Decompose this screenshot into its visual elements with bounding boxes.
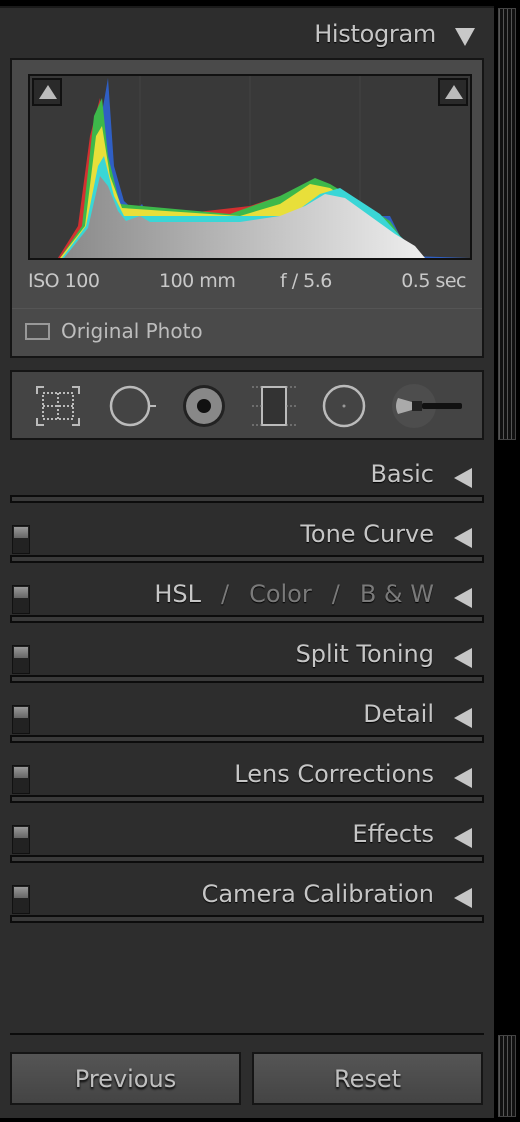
section-divider [10, 615, 484, 623]
section-toggle-switch[interactable] [12, 585, 30, 614]
crop-overlay-tool[interactable] [34, 384, 82, 428]
exif-aperture: f / 5.6 [280, 270, 332, 292]
spot-removal-tool[interactable] [108, 384, 156, 428]
section-split-toning[interactable]: Split Toning [0, 640, 494, 700]
expand-triangle-icon[interactable] [454, 768, 472, 788]
section-title[interactable]: Effects [352, 820, 434, 848]
tab-color[interactable]: Color [249, 580, 312, 608]
section-divider [10, 675, 484, 683]
graduated-filter-icon [252, 386, 296, 426]
histogram-panel: ISO 100 100 mm f / 5.6 0.5 sec Original … [10, 58, 484, 358]
graduated-filter-tool[interactable] [250, 384, 298, 428]
expand-triangle-icon[interactable] [454, 468, 472, 488]
original-photo-label: Original Photo [61, 319, 203, 343]
radial-filter-tool[interactable] [320, 384, 368, 428]
section-divider [10, 795, 484, 803]
section-title[interactable]: Lens Corrections [234, 760, 434, 788]
spot-removal-icon [109, 385, 156, 427]
original-photo-checkbox[interactable] [25, 323, 50, 340]
section-toggle-switch[interactable] [12, 645, 30, 674]
panel-divider [10, 1033, 484, 1035]
section-lens-corrections[interactable]: Lens Corrections [0, 760, 494, 820]
exif-focal-length: 100 mm [159, 270, 236, 292]
radial-filter-icon [322, 384, 366, 428]
scrollbar-grip-bottom[interactable] [498, 1035, 516, 1117]
exif-shutter: 0.5 sec [401, 270, 466, 292]
expand-triangle-icon[interactable] [454, 828, 472, 848]
section-title: HSL / Color / B & W [154, 580, 434, 608]
histogram-graph[interactable] [28, 74, 472, 260]
adjustment-brush-tool[interactable] [390, 384, 466, 428]
develop-right-panel: Histogram ISO 100 100 mm f / 5.6 0.5 sec [0, 6, 494, 1118]
reset-button[interactable]: Reset [252, 1052, 483, 1105]
section-title[interactable]: Detail [363, 700, 434, 728]
red-eye-correction-tool[interactable] [180, 384, 228, 428]
section-toggle-switch[interactable] [12, 765, 30, 794]
section-hsl-color-bw[interactable]: HSL / Color / B & W [0, 580, 494, 640]
shadow-clipping-toggle[interactable] [32, 78, 62, 106]
highlight-clipping-toggle[interactable] [438, 78, 468, 106]
tab-bw[interactable]: B & W [360, 580, 434, 608]
crop-overlay-icon [36, 386, 80, 426]
separator: / [331, 580, 340, 608]
red-eye-icon [183, 385, 225, 427]
previous-button[interactable]: Previous [10, 1052, 241, 1105]
histogram-title[interactable]: Histogram [314, 20, 436, 48]
section-title[interactable]: Camera Calibration [202, 880, 434, 908]
section-title[interactable]: Basic [370, 460, 434, 488]
section-title[interactable]: Split Toning [296, 640, 434, 668]
section-basic[interactable]: Basic [0, 460, 494, 520]
exif-iso: ISO 100 [28, 270, 100, 292]
expand-triangle-icon[interactable] [454, 588, 472, 608]
tool-strip [10, 370, 484, 440]
expand-triangle-icon[interactable] [454, 888, 472, 908]
expand-triangle-icon[interactable] [454, 708, 472, 728]
section-divider [10, 855, 484, 863]
section-divider [10, 735, 484, 743]
separator: / [220, 580, 230, 608]
section-effects[interactable]: Effects [0, 820, 494, 880]
section-toggle-switch[interactable] [12, 525, 30, 554]
section-tone-curve[interactable]: Tone Curve [0, 520, 494, 580]
expand-triangle-icon[interactable] [454, 648, 472, 668]
section-detail[interactable]: Detail [0, 700, 494, 760]
section-toggle-switch[interactable] [12, 885, 30, 914]
section-title[interactable]: Tone Curve [300, 520, 434, 548]
collapse-triangle-icon[interactable] [455, 28, 475, 46]
tab-hsl[interactable]: HSL [154, 580, 201, 608]
original-photo-row[interactable]: Original Photo [12, 308, 482, 356]
adjustment-brush-icon [392, 384, 462, 428]
scrollbar-grip-top[interactable] [498, 8, 516, 440]
section-camera-calibration[interactable]: Camera Calibration [0, 880, 494, 940]
section-divider [10, 495, 484, 503]
expand-triangle-icon[interactable] [454, 528, 472, 548]
section-toggle-switch[interactable] [12, 705, 30, 734]
section-divider [10, 915, 484, 923]
section-divider [10, 555, 484, 563]
section-toggle-switch[interactable] [12, 825, 30, 854]
